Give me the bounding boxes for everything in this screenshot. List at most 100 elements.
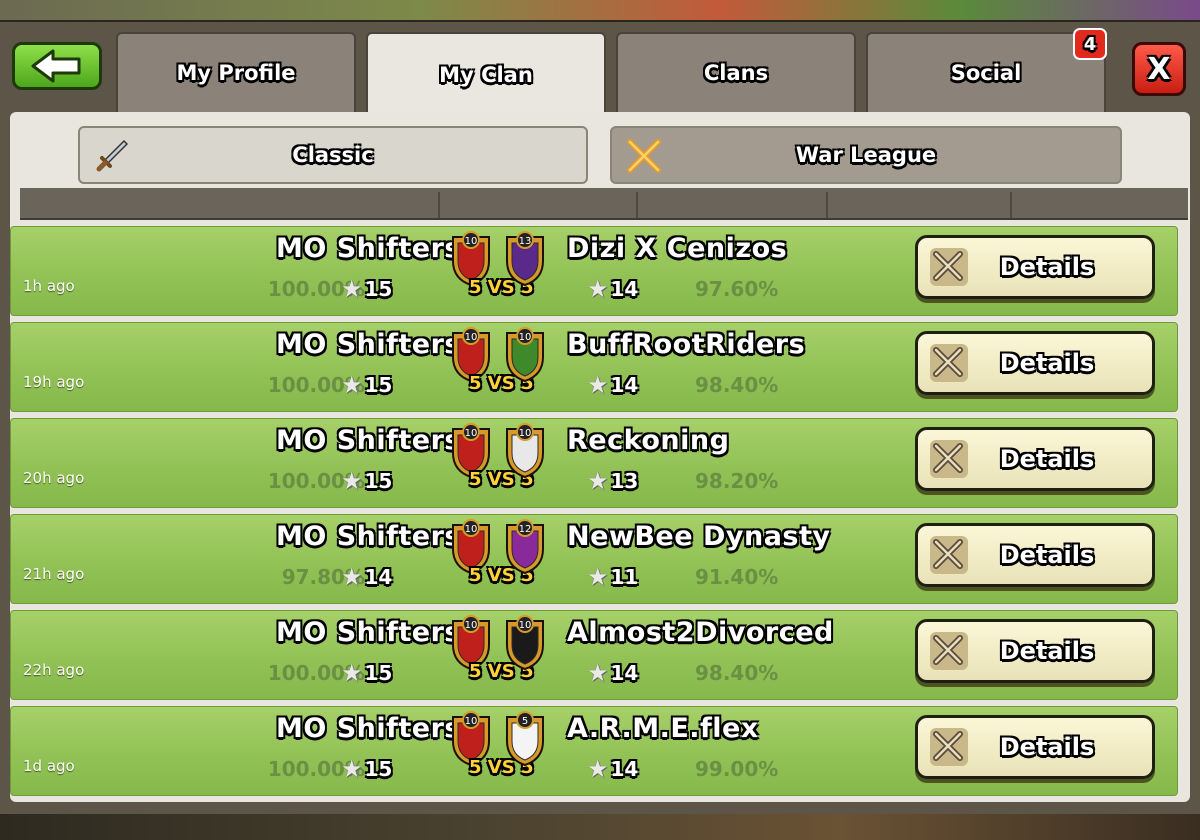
our-stars-count: 14 [364,565,393,589]
opponent-destruction-percent: 98.40% [695,661,779,685]
svg-text:10: 10 [519,332,532,343]
war-log-row: 22h ago MO Shifters 100.00% ★ 15 10 5 VS … [10,610,1178,700]
star-icon: ★ [341,467,363,495]
details-button[interactable]: Details [915,619,1155,683]
opponent-stars: ★ 14 [587,755,638,783]
details-label: Details [999,349,1095,377]
crossed-swords-icon [930,536,968,574]
our-stars-count: 15 [364,469,393,493]
war-time: 1d ago [23,757,75,775]
svg-text:10: 10 [465,620,478,631]
svg-text:10: 10 [465,524,478,535]
war-time: 22h ago [23,661,85,679]
opponent-stars-count: 14 [610,661,639,685]
opponent-clan-badge: 12 [506,519,544,575]
war-log-row: 21h ago MO Shifters 97.80% ★ 14 10 5 VS 5… [10,514,1178,604]
crossed-swords-icon [930,632,968,670]
details-label: Details [999,733,1095,761]
opponent-stars-count: 11 [610,565,639,589]
opponent-destruction-percent: 97.60% [695,277,779,301]
opponent-clan-name: Dizi X Cenizos [567,233,788,264]
opponent-clan-badge: 13 [506,231,544,287]
war-time: 19h ago [23,373,85,391]
war-log-row: 1h ago MO Shifters 100.00% ★ 15 10 5 VS 5… [10,226,1178,316]
svg-text:10: 10 [465,716,478,727]
opponent-clan-badge: 5 [506,711,544,767]
svg-text:10: 10 [465,428,478,439]
svg-text:10: 10 [465,332,478,343]
war-league-icon [627,139,661,173]
star-icon: ★ [587,563,609,591]
opponent-stars: ★ 11 [587,563,638,591]
tab-my-profile[interactable]: My Profile [116,32,356,112]
opponent-destruction-percent: 98.20% [695,469,779,493]
details-label: Details [999,253,1095,281]
column-divider [438,192,440,218]
back-button[interactable] [12,42,102,90]
our-clan-name: MO Shifters [276,233,461,264]
svg-text:5: 5 [522,716,528,727]
details-button[interactable]: Details [915,427,1155,491]
details-button[interactable]: Details [915,715,1155,779]
war-log-row: 19h ago MO Shifters 100.00% ★ 15 10 5 VS … [10,322,1178,412]
star-icon: ★ [341,659,363,687]
opponent-stars-count: 14 [610,757,639,781]
tab-my-clan[interactable]: My Clan [366,32,606,116]
crossed-swords-icon [930,728,968,766]
list-header-strip [20,188,1188,220]
war-time: 20h ago [23,469,85,487]
opponent-clan-name: NewBee Dynasty [567,521,831,552]
our-stars: ★ 15 [341,371,392,399]
svg-text:12: 12 [519,524,532,535]
svg-text:13: 13 [519,236,532,247]
details-button[interactable]: Details [915,331,1155,395]
our-stars: ★ 15 [341,659,392,687]
close-icon: X [1147,51,1171,87]
star-icon: ★ [587,275,609,303]
social-notification-badge: 4 [1073,28,1107,60]
opponent-clan-badge: 10 [506,423,544,479]
arrow-left-icon [31,49,81,83]
star-icon: ★ [587,755,609,783]
opponent-stars: ★ 13 [587,467,638,495]
opponent-stars: ★ 14 [587,371,638,399]
our-stars-count: 15 [364,373,393,397]
war-log-row: 20h ago MO Shifters 100.00% ★ 15 10 5 VS … [10,418,1178,508]
star-icon: ★ [587,659,609,687]
opponent-stars-count: 14 [610,373,639,397]
star-icon: ★ [587,371,609,399]
our-clan-name: MO Shifters [276,329,461,360]
our-stars: ★ 15 [341,467,392,495]
details-button[interactable]: Details [915,523,1155,587]
svg-text:10: 10 [519,620,532,631]
our-stars-count: 15 [364,757,393,781]
opponent-destruction-percent: 99.00% [695,757,779,781]
details-button[interactable]: Details [915,235,1155,299]
tab-social[interactable]: Social [866,32,1106,112]
tab-clans[interactable]: Clans [616,32,856,112]
opponent-destruction-percent: 98.40% [695,373,779,397]
opponent-stars-count: 14 [610,277,639,301]
opponent-stars-count: 13 [610,469,639,493]
subtab-classic[interactable]: Classic [78,126,588,184]
our-stars-count: 15 [364,277,393,301]
details-label: Details [999,445,1095,473]
opponent-destruction-percent: 91.40% [695,565,779,589]
our-stars: ★ 14 [341,563,392,591]
our-stars: ★ 15 [341,755,392,783]
star-icon: ★ [341,563,363,591]
svg-text:10: 10 [465,236,478,247]
our-clan-name: MO Shifters [276,521,461,552]
war-time: 21h ago [23,565,85,583]
close-button[interactable]: X [1132,42,1186,96]
war-log-row: 1d ago MO Shifters 100.00% ★ 15 10 5 VS 5… [10,706,1178,796]
crossed-swords-icon [930,440,968,478]
opponent-clan-name: Almost2Divorced [567,617,834,648]
opponent-clan-name: A.R.M.E.flex [567,713,759,744]
subtab-war-league[interactable]: War League [610,126,1122,184]
crossed-swords-icon [930,248,968,286]
details-label: Details [999,541,1095,569]
opponent-clan-badge: 10 [506,327,544,383]
opponent-clan-name: Reckoning [567,425,730,456]
column-divider [1010,192,1012,218]
